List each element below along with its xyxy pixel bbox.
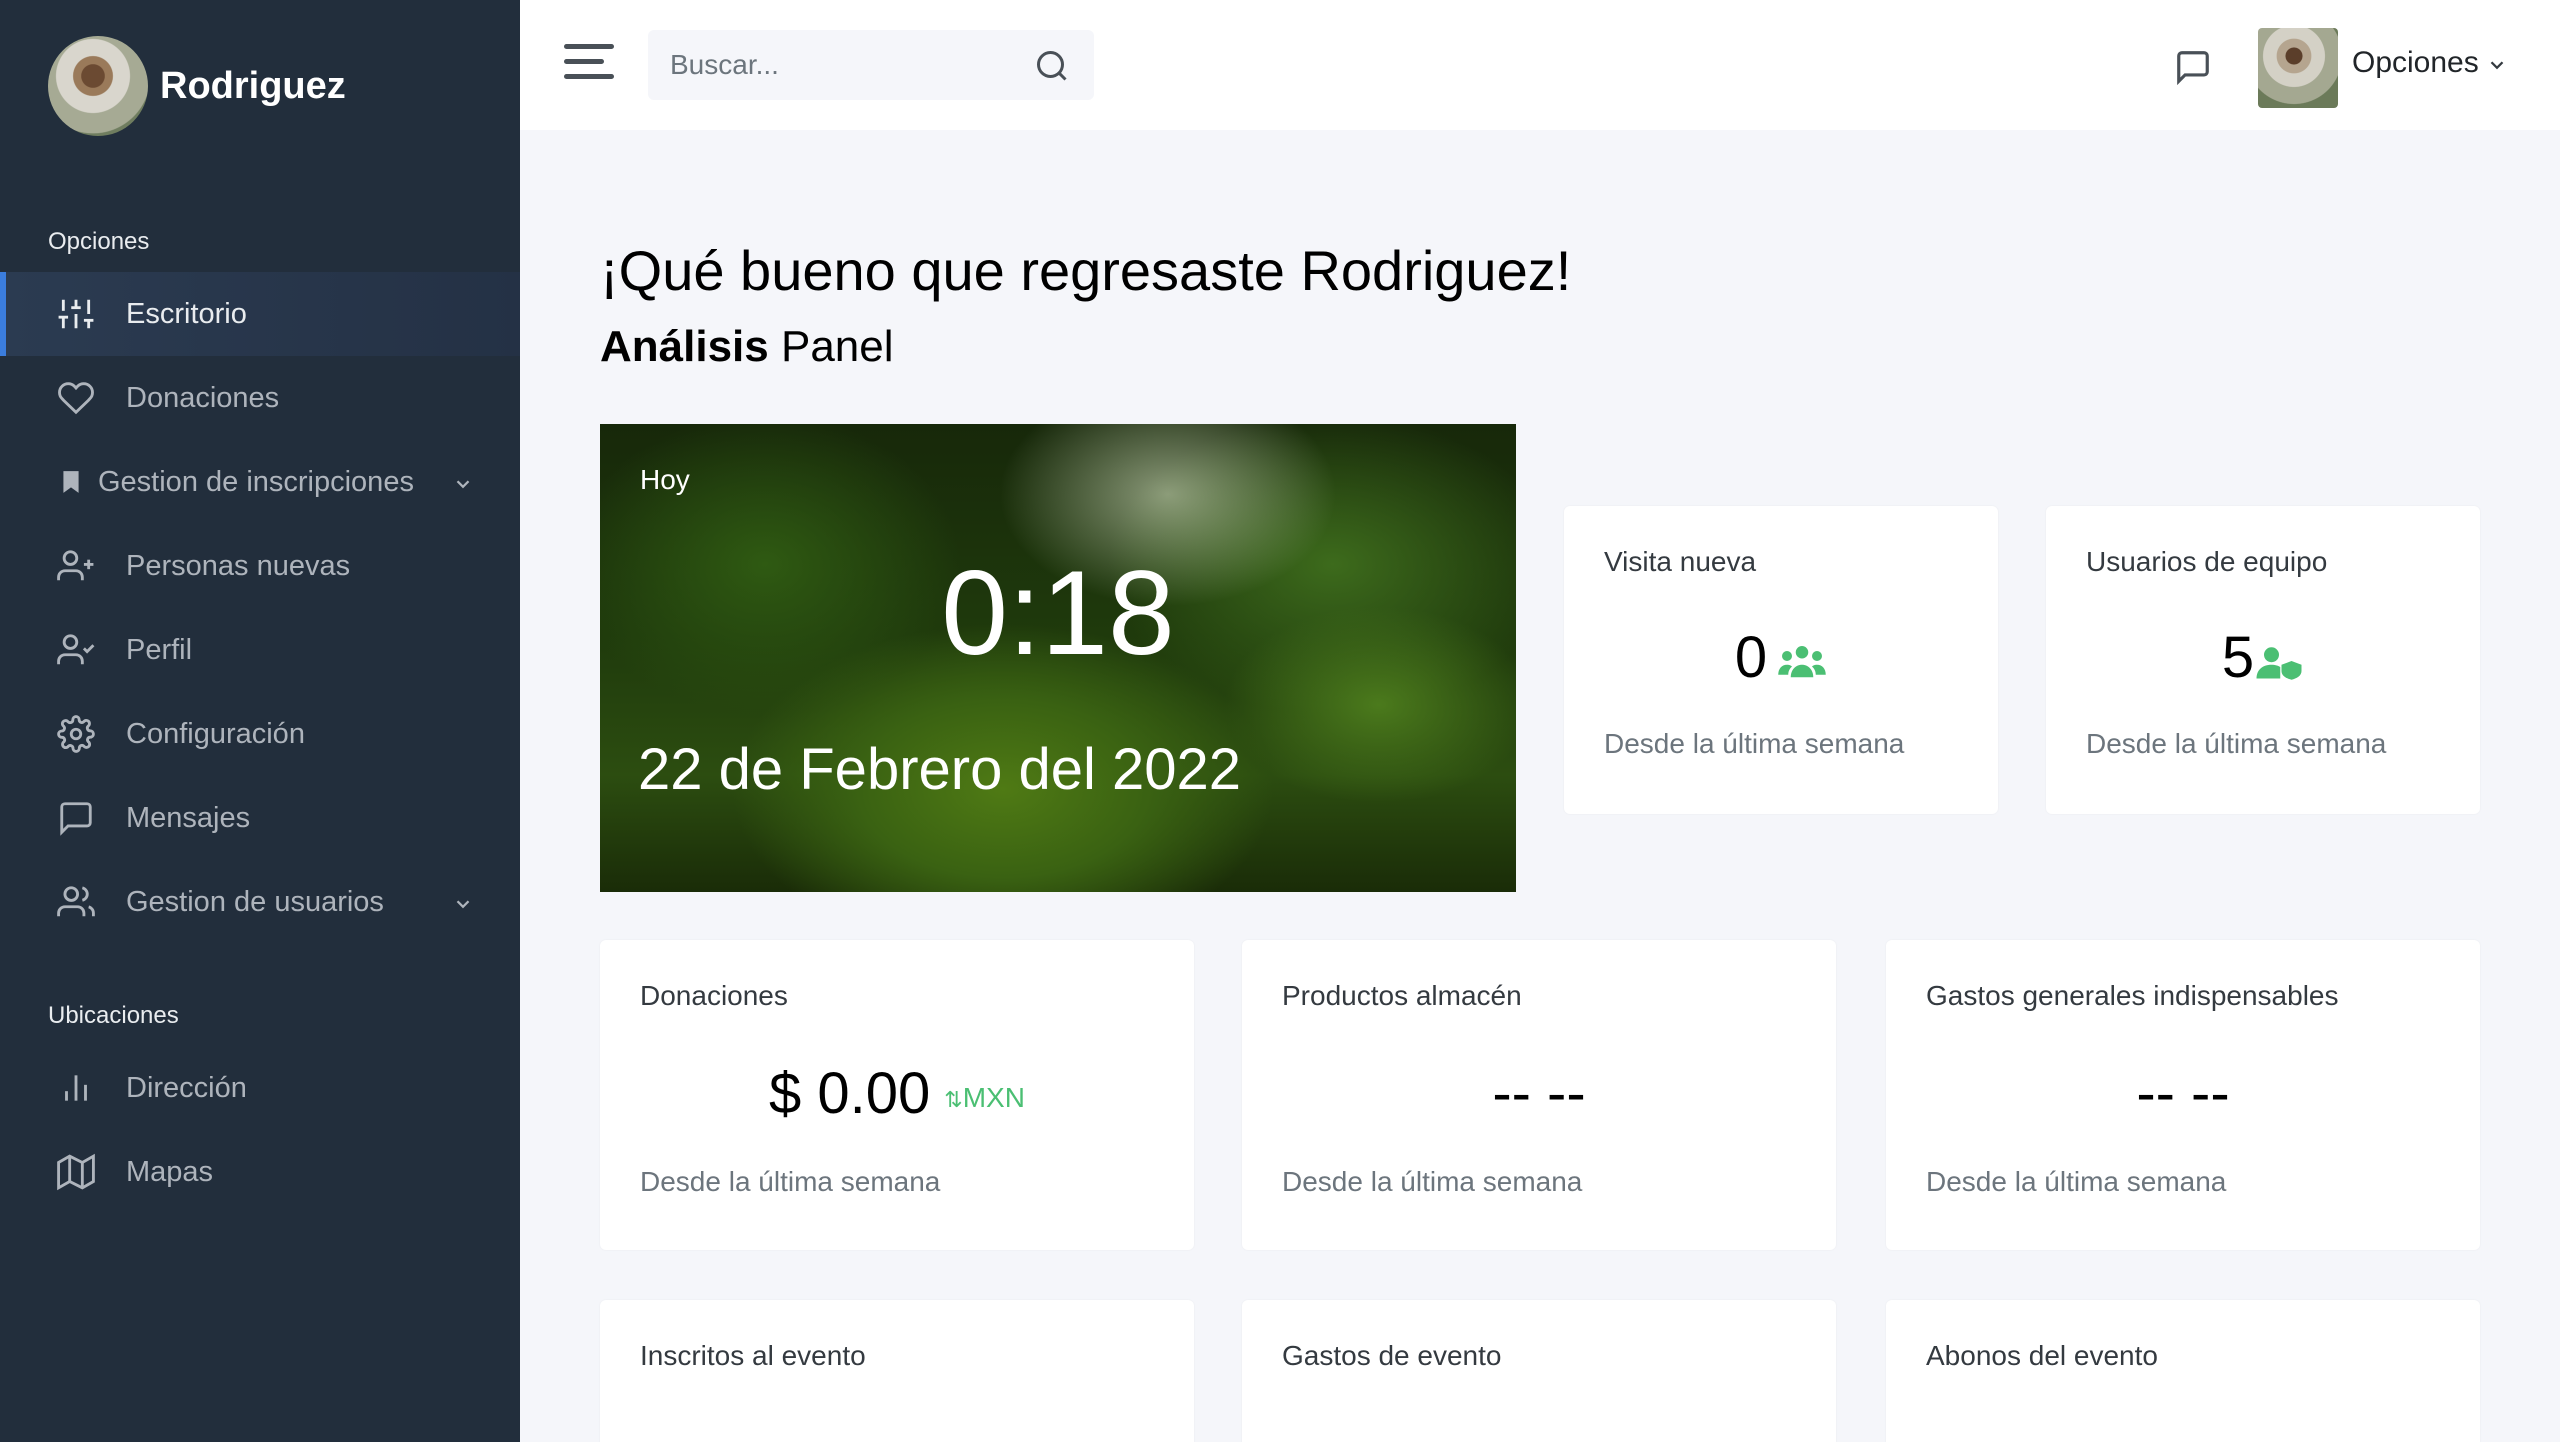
brand[interactable]: Rodriguez [48,36,346,136]
search-icon[interactable] [1034,48,1070,84]
menu-toggle-icon[interactable] [564,44,614,84]
avatar[interactable] [2258,28,2338,108]
sidebar-item-label: Configuración [126,717,305,750]
page-title: Análisis Panel [600,322,894,372]
stat-card-usuarios-equipo: Usuarios de equipo 5 Desde la última sem… [2046,506,2480,814]
card-value: -- -- [2136,1061,2230,1126]
card-title: Inscritos al evento [640,1340,866,1371]
stat-card-abonos-evento: Abonos del evento [1886,1300,2480,1442]
sidebar-item-gestion-usuarios[interactable]: Gestion de usuarios [0,860,520,944]
section-title-locations: Ubicaciones [48,1002,179,1029]
users-icon [1777,628,1827,695]
search-box [648,30,1094,100]
chevron-down-icon[interactable] [2486,54,2508,76]
section-title-options: Opciones [48,228,150,255]
stat-card-donaciones: Donaciones $ 0.00 ⇅MXN Desde la última se… [600,940,1194,1250]
sidebar-item-escritorio[interactable]: Escritorio [0,272,520,356]
user-menu-label[interactable]: Opciones [2352,46,2479,80]
search-input[interactable] [670,30,1030,100]
hero-today-label: Hoy [640,464,690,495]
sidebar: Rodriguez Opciones Escritorio Donaciones… [0,0,520,1442]
message-square-icon[interactable] [2174,48,2214,88]
card-title: Productos almacén [1282,980,1522,1011]
bar-chart-icon [56,1068,96,1108]
bookmark-icon [58,462,84,502]
sidebar-item-label: Mapas [126,1155,214,1188]
card-value: -- -- [1492,1061,1586,1126]
stat-card-gastos-generales: Gastos generales indispensables -- -- De… [1886,940,2480,1250]
map-icon [56,1152,96,1192]
card-footer: Desde la última semana [1282,1166,1583,1197]
stat-card-gastos-evento: Gastos de evento [1242,1300,1836,1442]
sidebar-item-direccion[interactable]: Dirección [0,1046,520,1130]
page-title-rest: Panel [768,322,894,371]
sidebar-item-label: Perfil [126,633,193,666]
sidebar-item-mapas[interactable]: Mapas [0,1130,520,1214]
card-footer: Desde la última semana [1926,1166,2227,1197]
sidebar-item-perfil[interactable]: Perfil [0,608,520,692]
card-title: Gastos generales indispensables [1926,980,2339,1011]
page-greeting: ¡Qué bueno que regresaste Rodriguez! [600,239,1572,302]
hero-date: 22 de Febrero del 2022 [638,737,1241,802]
sidebar-item-gestion-inscripciones[interactable]: Gestion de inscripciones [0,440,520,524]
hero-clock-card: Hoy 0:18 22 de Febrero del 2022 [600,424,1516,892]
users-icon [56,882,96,922]
sidebar-item-label: Gestion de inscripciones [98,465,414,498]
sidebar-item-label: Escritorio [126,297,247,330]
sidebar-item-donaciones[interactable]: Donaciones [0,356,520,440]
card-title: Usuarios de equipo [2086,546,2328,577]
stat-card-visita-nueva: Visita nueva 0 Desde la última semana [1564,506,1998,814]
chevron-down-icon [452,890,474,912]
sidebar-item-label: Gestion de usuarios [126,885,384,918]
hero-time: 0:18 [941,546,1175,680]
card-footer: Desde la última semana [2086,728,2387,759]
sidebar-item-mensajes[interactable]: Mensajes [0,776,520,860]
card-value: $ 0.00 ⇅MXN [769,1061,1025,1126]
sliders-icon [56,294,96,334]
user-shield-icon [2254,628,2304,695]
user-check-icon [56,630,96,670]
card-footer: Desde la última semana [640,1166,941,1197]
brand-name: Rodriguez [160,64,346,107]
card-value: 5 [2046,624,2480,695]
topbar: Opciones [520,0,2560,130]
heart-icon [56,378,96,418]
sidebar-item-label: Donaciones [126,381,280,414]
card-footer: Desde la última semana [1604,728,1905,759]
sidebar-item-label: Personas nuevas [126,549,351,582]
card-value: 0 [1564,624,1998,695]
card-title: Gastos de evento [1282,1340,1502,1371]
card-title: Abonos del evento [1926,1340,2158,1371]
user-plus-icon [56,546,96,586]
sidebar-item-label: Dirección [126,1071,247,1104]
brand-avatar [48,36,148,136]
sidebar-item-label: Mensajes [126,801,251,834]
stat-card-inscritos-evento: Inscritos al evento [600,1300,1194,1442]
exchange-arrows-icon: ⇅ [944,1086,963,1112]
gear-icon [56,714,96,754]
card-title: Visita nueva [1604,546,1757,577]
sidebar-item-configuracion[interactable]: Configuración [0,692,520,776]
card-title: Donaciones [640,980,788,1011]
message-square-icon [56,798,96,838]
stat-card-productos-almacen: Productos almacén -- -- Desde la última … [1242,940,1836,1250]
chevron-down-icon [452,470,474,492]
page-title-bold: Análisis [600,322,769,371]
currency-label: ⇅MXN [944,1081,1025,1113]
sidebar-item-personas-nuevas[interactable]: Personas nuevas [0,524,520,608]
